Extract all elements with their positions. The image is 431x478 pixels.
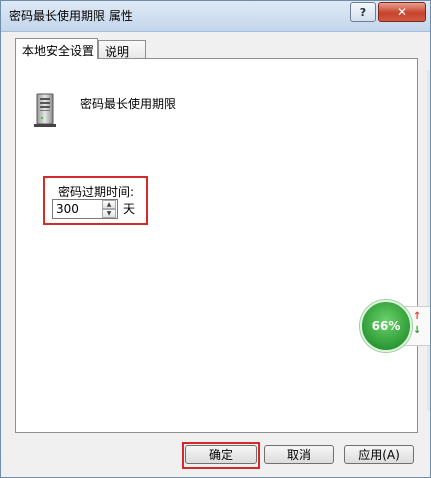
server-icon bbox=[34, 93, 56, 127]
policy-title: 密码最长使用期限 bbox=[80, 97, 177, 111]
apply-button[interactable]: 应用(A) bbox=[344, 445, 414, 464]
download-arrow-icon: ↓ bbox=[413, 325, 422, 336]
tab-explain[interactable]: 说明 bbox=[98, 40, 146, 59]
spin-down-button[interactable]: ▼ bbox=[102, 209, 116, 218]
performance-gauge-widget[interactable]: 66% ↑ ↓ bbox=[360, 300, 430, 352]
ok-button-label: 确定 bbox=[208, 448, 233, 462]
dialog-content: 本地安全设置 说明 密码最长使用期限 密码过期时间: 300 ▲ ▼ 天 bbox=[7, 32, 424, 441]
title-bar[interactable]: 密码最长使用期限 属性 ? ✕ bbox=[1, 1, 430, 32]
ok-button[interactable]: 确定 bbox=[185, 445, 257, 464]
days-unit-label: 天 bbox=[123, 202, 136, 216]
spin-up-button[interactable]: ▲ bbox=[102, 200, 116, 209]
window-title: 密码最长使用期限 属性 bbox=[9, 9, 133, 23]
gauge-circle[interactable]: 66% bbox=[360, 300, 412, 352]
tab-panel: 密码最长使用期限 密码过期时间: ▲ ▼ 天 bbox=[15, 58, 418, 433]
help-button[interactable]: ? bbox=[350, 2, 376, 22]
upload-arrow-icon: ↑ bbox=[413, 311, 422, 322]
close-icon: ✕ bbox=[396, 5, 408, 19]
tab-local-security-setting[interactable]: 本地安全设置 bbox=[15, 38, 98, 59]
properties-dialog: 密码最长使用期限 属性 ? ✕ 本地安全设置 说明 密码最长使用期限 密码过期时… bbox=[0, 0, 431, 478]
cancel-button[interactable]: 取消 bbox=[264, 445, 334, 464]
window-edge bbox=[427, 71, 430, 411]
tab-label: 说明 bbox=[105, 45, 130, 59]
help-icon: ? bbox=[359, 5, 367, 19]
gauge-percent: 66% bbox=[371, 319, 401, 333]
triangle-up-icon: ▲ bbox=[106, 201, 112, 208]
password-expiry-label: 密码过期时间: bbox=[58, 185, 135, 199]
tab-label: 本地安全设置 bbox=[22, 44, 95, 58]
close-button[interactable]: ✕ bbox=[378, 2, 426, 22]
cancel-button-label: 取消 bbox=[286, 448, 311, 462]
triangle-down-icon: ▼ bbox=[106, 210, 112, 217]
apply-button-label: 应用(A) bbox=[358, 448, 400, 462]
